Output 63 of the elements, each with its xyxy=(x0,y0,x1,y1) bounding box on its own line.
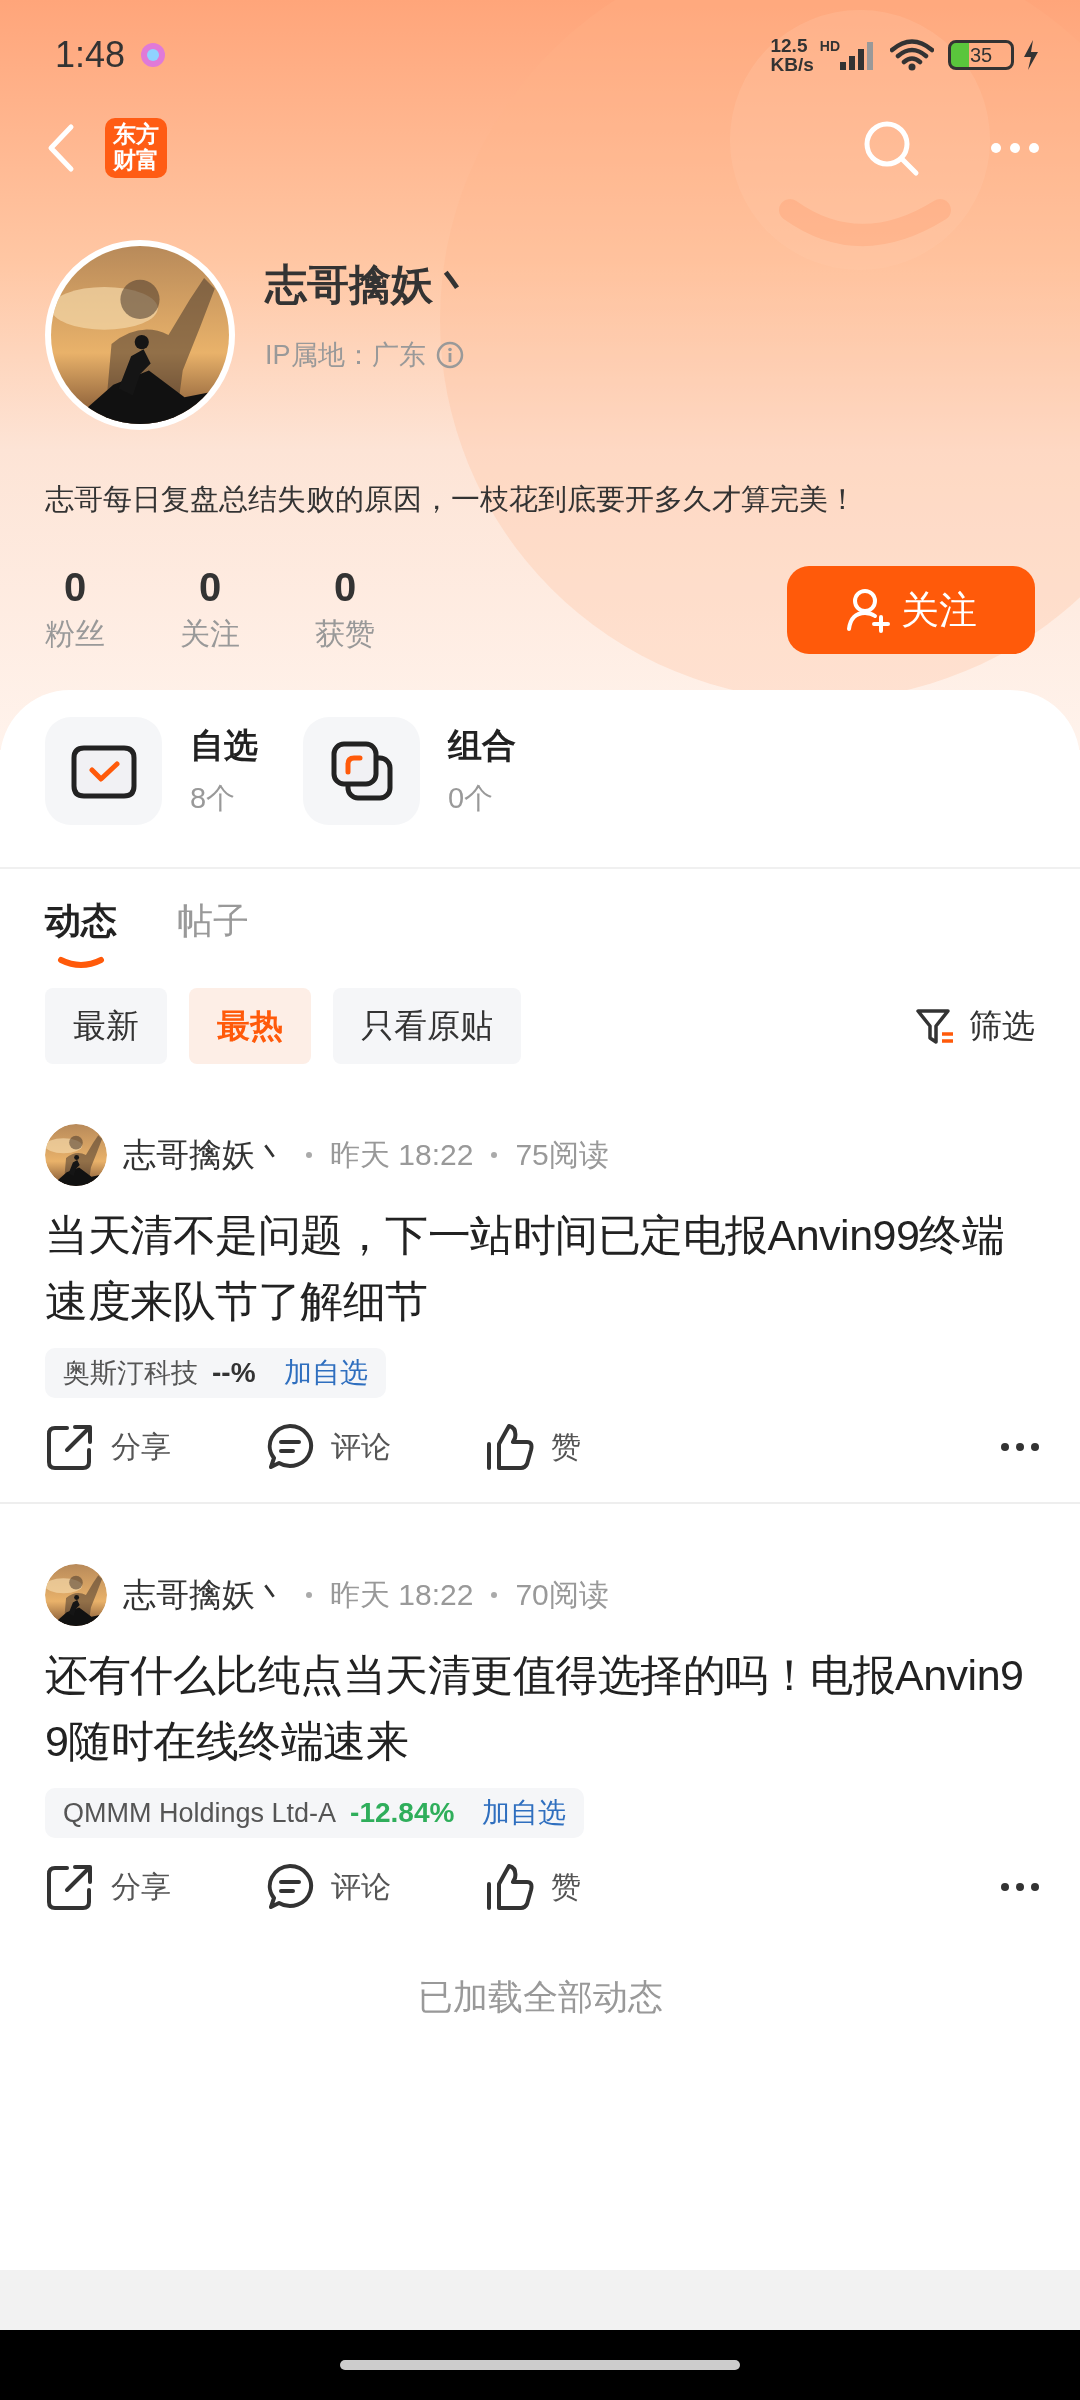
share-icon xyxy=(45,1422,95,1472)
app-logo: 东方财富 xyxy=(105,117,167,178)
post-action[interactable]: 分享 xyxy=(45,1422,265,1472)
user-bio: 志哥每日复盘总结失败的原因，一枝花到底要开多久才算完美！ xyxy=(44,482,858,517)
filter-chip[interactable]: 最新 xyxy=(45,988,167,1064)
stock-name: 奥斯汀科技 xyxy=(63,1357,198,1390)
network-speed: 12.5 xyxy=(770,36,809,55)
ip-location: IP属地：广东 xyxy=(265,339,426,372)
shortcut-title[interactable]: 自选 xyxy=(190,723,258,769)
post-author[interactable]: 志哥擒妖丶 xyxy=(123,1572,288,1618)
notification-icon xyxy=(139,41,168,69)
user-name: 志哥擒妖丶 xyxy=(265,260,475,310)
add-watchlist-link[interactable]: 加自选 xyxy=(283,1354,368,1392)
post-action[interactable]: 赞 xyxy=(485,1422,705,1472)
stat-label: 关注 xyxy=(180,616,240,652)
post-action[interactable]: 分享 xyxy=(45,1862,265,1912)
comment-icon xyxy=(265,1422,315,1472)
battery-indicator: 35 xyxy=(948,40,1014,70)
shortcut-count: 0个 xyxy=(448,781,495,816)
comment-icon xyxy=(265,1862,315,1912)
read-count: 75阅读 xyxy=(515,1136,609,1173)
network-type: HD xyxy=(819,38,840,54)
filter-button[interactable]: 筛选 xyxy=(915,1003,1035,1049)
shortcut-tile[interactable] xyxy=(45,717,162,825)
shortcut-tile[interactable] xyxy=(303,717,420,825)
add-watchlist-link[interactable]: 加自选 xyxy=(482,1794,567,1832)
post-author[interactable]: 志哥擒妖丶 xyxy=(123,1132,288,1178)
stat-label: 粉丝 xyxy=(45,616,105,652)
info-icon[interactable] xyxy=(435,341,464,369)
shortcut-title[interactable]: 组合 xyxy=(448,723,516,769)
stock-tag[interactable]: 奥斯汀科技 --% 加自选 xyxy=(45,1348,386,1398)
shortcut-count: 8个 xyxy=(190,781,237,816)
stock-name: QMMM Holdings Ltd-A xyxy=(63,1797,337,1829)
more-icon[interactable] xyxy=(1000,1442,1040,1452)
stock-change: -12.84% xyxy=(350,1797,455,1829)
stat-value: 0 xyxy=(198,565,222,610)
post-title[interactable]: 当天清不是问题，下一站时间已定电报Anvin99终端速度来队节了解细节 xyxy=(45,1202,1040,1334)
stat-value: 0 xyxy=(63,565,87,610)
network-speed-unit: KB/s xyxy=(770,55,814,74)
post-title[interactable]: 还有什么比纯点当天清更值得选择的吗！电报Anvin99随时在线终端速来 xyxy=(45,1642,1040,1774)
post-action[interactable]: 赞 xyxy=(485,1862,705,1912)
stock-tag[interactable]: QMMM Holdings Ltd-A -12.84% 加自选 xyxy=(45,1788,585,1838)
post-time: 昨天 18:22 xyxy=(330,1576,474,1613)
status-time: 1:48 xyxy=(55,34,126,76)
wifi-icon xyxy=(890,39,934,71)
charging-icon xyxy=(1022,40,1040,70)
thumbs-up-icon xyxy=(485,1422,535,1472)
filter-icon xyxy=(915,1006,955,1046)
share-icon xyxy=(45,1862,95,1912)
tab-underline xyxy=(57,956,105,970)
thumbs-up-icon xyxy=(485,1862,535,1912)
end-of-list-text: 已加载全部动态 xyxy=(416,1976,664,2018)
post-action[interactable]: 评论 xyxy=(265,1862,485,1912)
read-count: 70阅读 xyxy=(515,1576,609,1613)
add-user-icon xyxy=(845,587,891,633)
tab[interactable]: 动态 xyxy=(45,897,117,970)
post-time: 昨天 18:22 xyxy=(330,1136,474,1173)
stat-label: 获赞 xyxy=(315,616,375,652)
more-icon[interactable] xyxy=(1000,1882,1040,1892)
stock-change: --% xyxy=(212,1357,256,1389)
stat-value: 0 xyxy=(333,565,357,610)
filter-chip[interactable]: 只看原贴 xyxy=(333,988,521,1064)
post-action[interactable]: 评论 xyxy=(265,1422,485,1472)
